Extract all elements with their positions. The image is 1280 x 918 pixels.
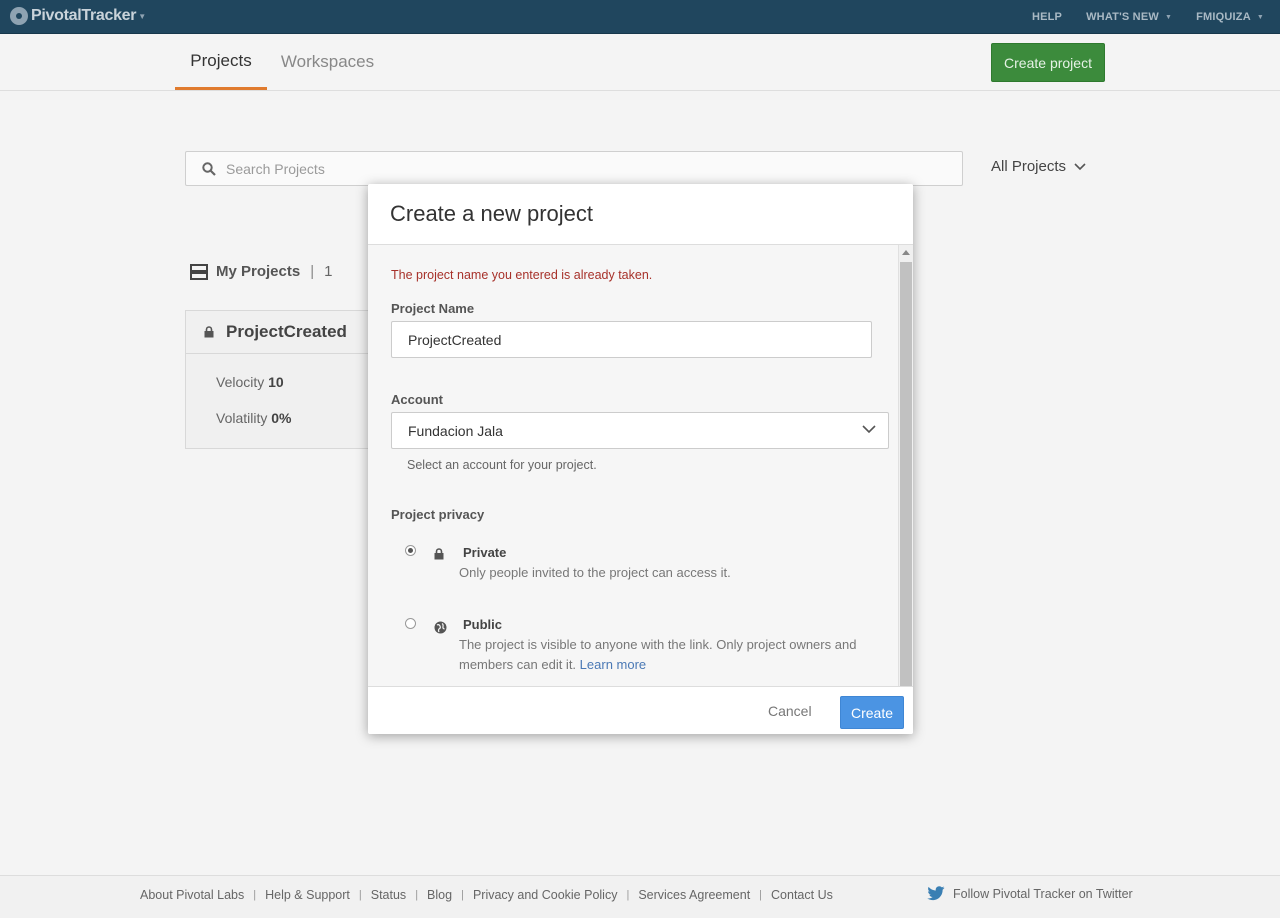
dialog-title: Create a new project xyxy=(390,201,593,226)
account-help-text: Select an account for your project. xyxy=(407,458,597,472)
my-projects-heading: My Projects | 1 xyxy=(190,263,332,280)
velocity-stat: Velocity 10 xyxy=(216,374,284,390)
volatility-label: Volatility xyxy=(216,410,268,426)
cancel-button[interactable]: Cancel xyxy=(768,703,812,719)
footer-link-privacy[interactable]: Privacy and Cookie Policy xyxy=(473,888,618,902)
top-navigation-bar: PivotalTracker ▼ HELP WHAT'S NEW ▼ FMIQU… xyxy=(0,0,1280,34)
footer-link-about[interactable]: About Pivotal Labs xyxy=(140,888,244,902)
footer-separator: | xyxy=(253,889,257,901)
footer-link-blog[interactable]: Blog xyxy=(427,888,452,902)
volatility-value: 0% xyxy=(271,410,292,426)
tab-workspaces[interactable]: Workspaces xyxy=(270,34,385,90)
account-select[interactable]: Fundacion Jala xyxy=(391,412,889,449)
lock-icon xyxy=(434,548,444,560)
footer-separator: | xyxy=(461,889,464,901)
footer-separator: | xyxy=(358,889,362,901)
dialog-header: Create a new project xyxy=(368,184,913,245)
search-projects-box xyxy=(185,151,963,186)
account-label: Account xyxy=(391,392,443,407)
privacy-private-title: Private xyxy=(463,545,507,560)
project-privacy-label: Project privacy xyxy=(391,507,485,522)
user-menu[interactable]: FMIQUIZA ▼ xyxy=(1196,11,1264,23)
projects-list-icon xyxy=(190,263,208,280)
chevron-down-icon: ▼ xyxy=(1256,13,1264,21)
project-name-label: Project Name xyxy=(391,301,475,316)
footer-link-status[interactable]: Status xyxy=(371,888,406,902)
footer-separator: | xyxy=(415,889,419,901)
twitter-follow-link[interactable]: Follow Pivotal Tracker on Twitter xyxy=(927,886,1133,901)
chevron-down-icon xyxy=(862,425,876,434)
privacy-public-radio[interactable] xyxy=(405,618,416,629)
whats-new-link[interactable]: WHAT'S NEW ▼ xyxy=(1086,11,1172,23)
footer-link-help-support[interactable]: Help & Support xyxy=(265,888,350,902)
help-link[interactable]: HELP xyxy=(1032,11,1062,23)
chevron-down-icon xyxy=(1074,162,1086,170)
user-name-label: FMIQUIZA xyxy=(1196,11,1251,23)
footer-separator: | xyxy=(626,889,630,901)
volatility-stat: Volatility 0% xyxy=(216,410,291,426)
dialog-scrollbar[interactable] xyxy=(898,245,913,686)
twitter-bird-icon xyxy=(927,886,945,901)
my-projects-separator: | xyxy=(310,263,315,280)
velocity-label: Velocity xyxy=(216,374,265,390)
project-title-link[interactable]: ProjectCreated xyxy=(226,322,347,342)
privacy-public-title: Public xyxy=(463,617,503,632)
privacy-private-description: Only people invited to the project can a… xyxy=(459,565,731,580)
footer-link-services[interactable]: Services Agreement xyxy=(638,888,750,902)
my-projects-count: 1 xyxy=(324,263,333,280)
velocity-value: 10 xyxy=(268,374,284,390)
public-description-text: The project is visible to anyone with th… xyxy=(459,637,857,672)
filter-label: All Projects xyxy=(991,158,1067,175)
logo-text: PivotalTracker xyxy=(31,7,137,24)
create-project-button[interactable]: Create project xyxy=(991,43,1105,82)
footer-links: About Pivotal Labs | Help & Support | St… xyxy=(140,888,833,902)
footer-separator: | xyxy=(759,889,763,901)
twitter-follow-label: Follow Pivotal Tracker on Twitter xyxy=(953,886,1133,901)
learn-more-link[interactable]: Learn more xyxy=(580,657,646,672)
dashboard-header: Projects Workspaces Create project xyxy=(0,34,1280,91)
globe-icon xyxy=(434,621,447,634)
whats-new-label: WHAT'S NEW xyxy=(1086,11,1159,23)
my-projects-label: My Projects xyxy=(216,263,301,280)
projects-filter-dropdown[interactable]: All Projects xyxy=(991,158,1086,175)
top-nav-links: HELP WHAT'S NEW ▼ FMIQUIZA ▼ xyxy=(1032,0,1264,34)
project-name-input[interactable] xyxy=(391,321,872,358)
page-footer: About Pivotal Labs | Help & Support | St… xyxy=(0,875,1280,918)
search-input[interactable] xyxy=(226,160,926,177)
privacy-private-radio[interactable] xyxy=(405,545,416,556)
pivotal-tracker-logo[interactable]: PivotalTracker ▼ xyxy=(10,7,146,25)
scrollbar-thumb[interactable] xyxy=(900,262,912,686)
tab-projects[interactable]: Projects xyxy=(175,34,267,90)
dialog-footer: Cancel Create xyxy=(368,686,913,734)
lock-icon xyxy=(204,326,214,338)
footer-link-contact[interactable]: Contact Us xyxy=(771,888,833,902)
dialog-body: The project name you entered is already … xyxy=(368,245,898,686)
create-project-dialog: Create a new project The project name yo… xyxy=(368,184,913,734)
privacy-public-description: The project is visible to anyone with th… xyxy=(459,635,879,675)
chevron-down-icon: ▼ xyxy=(1164,13,1173,21)
pivotal-logo-icon xyxy=(10,7,28,25)
create-button[interactable]: Create xyxy=(840,696,904,729)
account-selected-value: Fundacion Jala xyxy=(408,422,503,439)
chevron-down-icon: ▼ xyxy=(138,11,146,21)
search-icon xyxy=(202,161,216,176)
error-message: The project name you entered is already … xyxy=(391,268,653,282)
scroll-up-arrow-icon[interactable] xyxy=(902,250,910,255)
